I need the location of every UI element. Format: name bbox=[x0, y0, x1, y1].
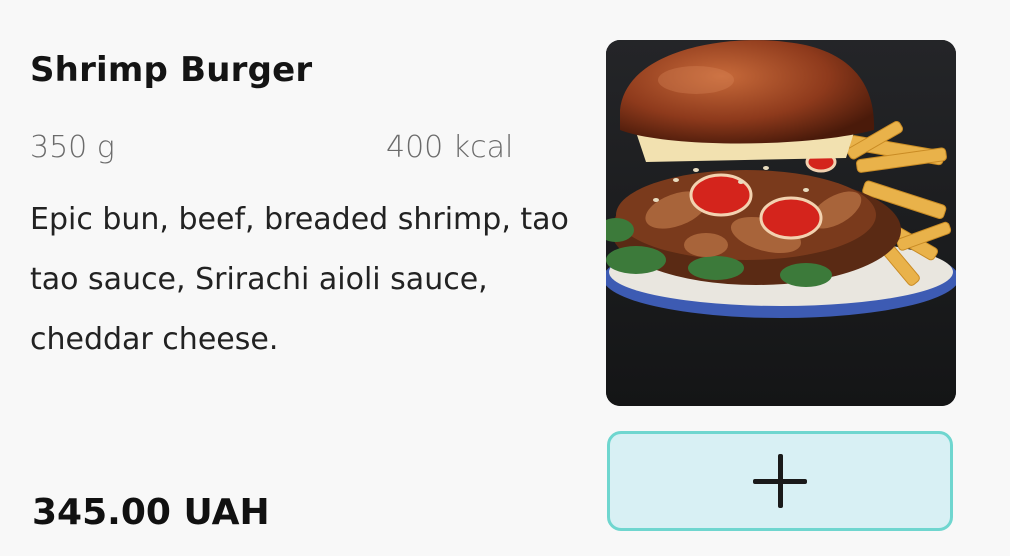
product-photo[interactable] bbox=[606, 40, 956, 406]
product-price: 345.00 UAH bbox=[32, 492, 270, 533]
product-calories: 400 kcal bbox=[386, 130, 514, 165]
product-description: Epic bun, beef, breaded shrimp, tao tao … bbox=[30, 202, 569, 357]
product-weight: 350 g bbox=[30, 130, 115, 165]
add-to-cart-button[interactable] bbox=[607, 431, 953, 531]
product-card: Shrimp Burger 350 g 400 kcal Epic bun, b… bbox=[0, 0, 1010, 556]
plus-icon bbox=[753, 454, 807, 508]
product-title: Shrimp Burger bbox=[30, 50, 313, 90]
burger-photo-illustration bbox=[606, 40, 956, 406]
